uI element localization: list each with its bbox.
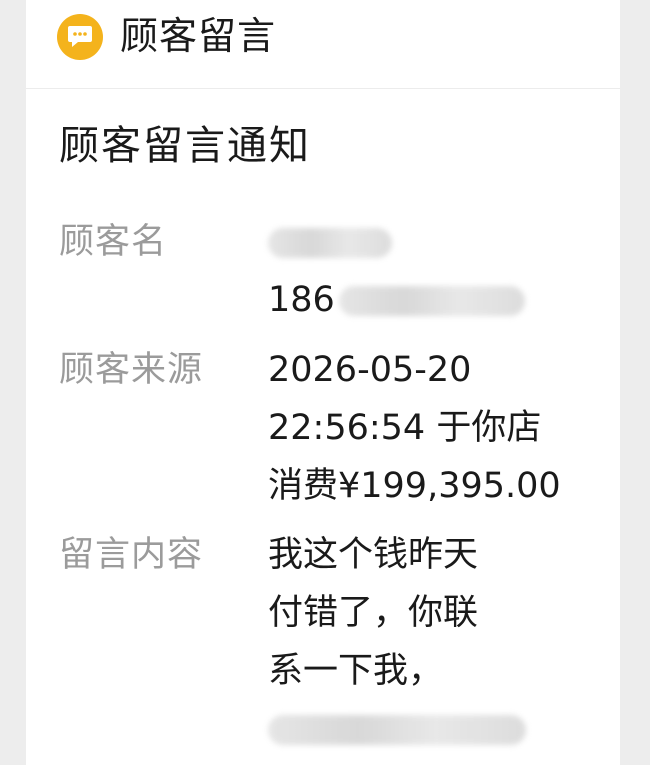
message-blurred-line xyxy=(268,700,598,758)
customer-phone-prefix: 186 xyxy=(268,280,335,320)
message-content-value: 我这个钱昨天 付错了，你联 系一下我， xyxy=(268,526,598,758)
customer-source-line: 2026-05-20 xyxy=(268,350,472,390)
blurred-customer-name xyxy=(268,228,392,258)
message-line: 系一下我， xyxy=(268,651,444,691)
customer-source-line: 消费¥199,395.00 xyxy=(268,466,561,506)
message-line: 我这个钱昨天 xyxy=(268,535,479,575)
customer-phone-line: 186 xyxy=(268,271,598,329)
message-content-label: 留言内容 xyxy=(59,535,204,575)
customer-source-line: 22:56:54 于你店 xyxy=(268,408,542,448)
blurred-message-contact xyxy=(268,715,526,745)
notice-title: 顾客留言通知 xyxy=(59,123,311,169)
customer-name-line xyxy=(268,213,598,271)
customer-source-row: 顾客来源 2026-05-20 22:56:54 于你店 消费¥199,395.… xyxy=(59,341,599,515)
blurred-customer-phone xyxy=(338,286,525,316)
header-title: 顾客留言 xyxy=(120,14,277,58)
message-line: 付错了，你联 xyxy=(268,593,479,633)
customer-source-value: 2026-05-20 22:56:54 于你店 消费¥199,395.00 xyxy=(268,341,598,515)
notification-card: 顾客留言 顾客留言通知 顾客名 186 顾客来源 2026-05-20 22:5… xyxy=(26,0,620,765)
customer-name-value: 186 xyxy=(268,213,598,329)
customer-source-label: 顾客来源 xyxy=(59,350,204,390)
message-content-row: 留言内容 我这个钱昨天 付错了，你联 系一下我， xyxy=(59,526,599,758)
customer-name-row: 顾客名 186 xyxy=(59,213,599,329)
customer-name-label: 顾客名 xyxy=(59,222,168,262)
chat-bubble-icon xyxy=(57,14,103,60)
card-header: 顾客留言 xyxy=(26,0,620,89)
